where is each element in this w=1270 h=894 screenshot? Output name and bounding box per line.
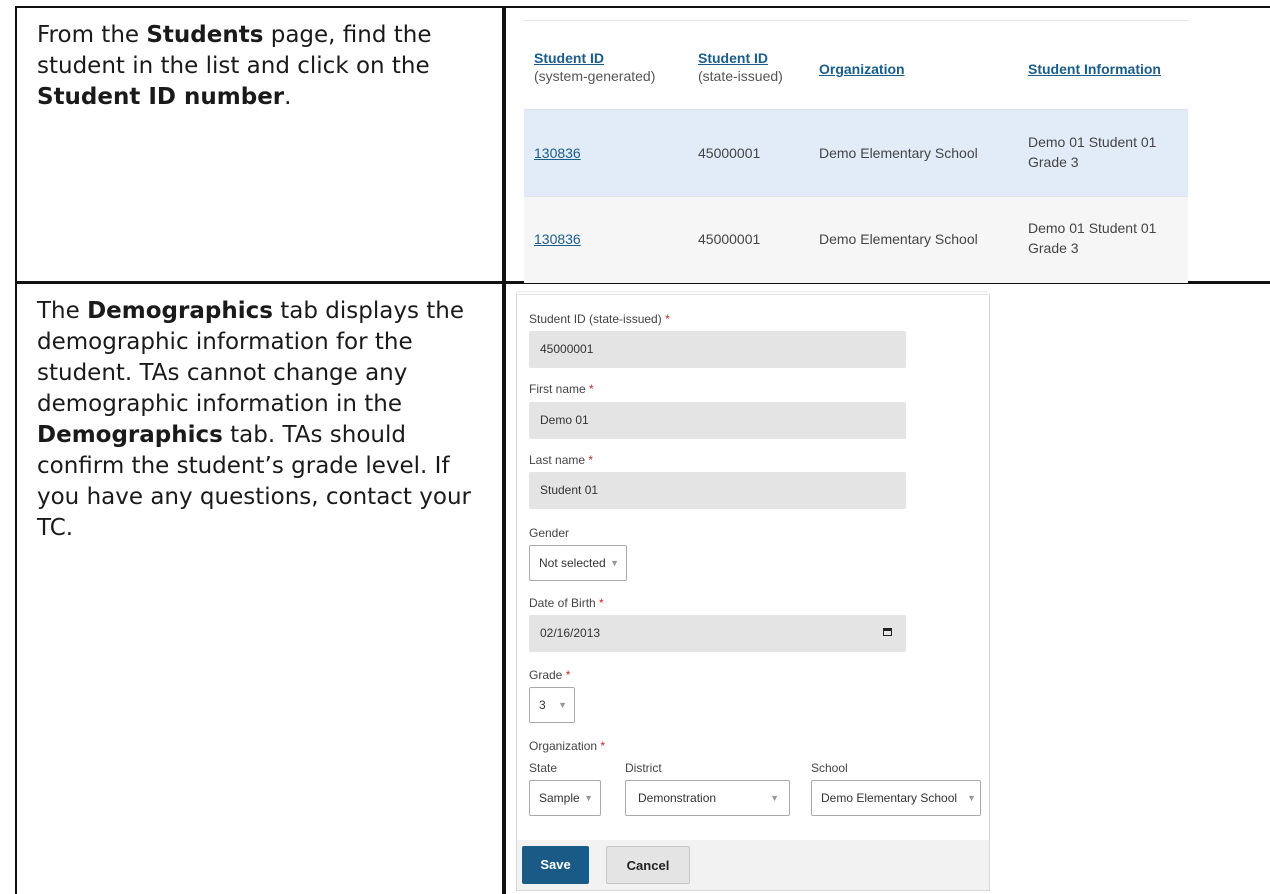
dob-label: Date of Birth * (529, 596, 604, 610)
first-name-field: Demo 01 (529, 402, 906, 439)
first-name-label: First name * (529, 382, 594, 396)
instruction-2-bold-demographics-2: Demographics (37, 422, 223, 448)
student-info-name: Demo 01 Student 01 (1028, 220, 1157, 236)
student-id-link[interactable]: 130836 (534, 229, 581, 249)
required-marker: * (588, 453, 594, 467)
gender-selected-value: Not selected (539, 556, 606, 570)
column-header-organization[interactable]: Organization (819, 60, 905, 78)
student-info-name: Demo 01 Student 01 (1028, 134, 1157, 150)
last-name-field: Student 01 (529, 472, 906, 509)
table-border-left (15, 6, 17, 894)
grade-label-text: Grade (529, 668, 563, 682)
instruction-2-bold-demographics: Demographics (87, 298, 273, 324)
chevron-down-icon: ▼ (770, 793, 779, 803)
students-table: Student ID (system-generated) Student ID… (524, 20, 1188, 283)
column-header-student-id-system-sub: (system-generated) (534, 68, 656, 84)
required-marker: * (600, 739, 606, 753)
column-header-student-id-state-link[interactable]: Student ID (698, 50, 768, 66)
school-select[interactable]: Demo Elementary School ▼ (811, 780, 981, 816)
state-id-label-text: Student ID (state-issued) (529, 312, 662, 326)
state-selected-value: Sample (539, 791, 580, 805)
instruction-text-1: From the Students page, find the student… (37, 20, 477, 113)
column-header-student-id-system-link[interactable]: Student ID (534, 50, 604, 66)
chevron-down-icon: ▼ (967, 793, 976, 803)
state-id-cell: 45000001 (698, 145, 761, 161)
instruction-2-part-1: The (37, 298, 88, 324)
student-info-grade: Grade 3 (1028, 240, 1079, 256)
table-row[interactable]: 130836 45000001 Demo Elementary School D… (524, 196, 1188, 283)
column-header-student-information-link[interactable]: Student Information (1028, 61, 1161, 77)
required-marker: * (599, 596, 604, 610)
table-border-top (15, 6, 1270, 8)
district-selected-value: Demonstration (638, 791, 717, 805)
dob-field: 02/16/2013 (529, 615, 906, 652)
chevron-down-icon: ▼ (584, 793, 593, 803)
student-info-cell: Demo 01 Student 01 Grade 3 (1028, 218, 1156, 258)
instruction-1-part-1: From the (37, 22, 147, 48)
student-id-link[interactable]: 130836 (534, 143, 581, 163)
demographics-form: Student ID (state-issued) * 45000001 Fir… (516, 294, 990, 842)
cancel-button[interactable]: Cancel (606, 846, 690, 884)
gender-label: Gender (529, 526, 570, 540)
school-label: School (811, 761, 848, 775)
column-header-student-id-state[interactable]: Student ID (state-issued) (698, 49, 783, 85)
column-header-organization-link[interactable]: Organization (819, 61, 905, 77)
instruction-1-bold-students: Students (146, 22, 264, 48)
first-name-label-text: First name (529, 382, 586, 396)
school-selected-value: Demo Elementary School (821, 791, 958, 805)
last-name-label-text: Last name (529, 453, 586, 467)
instruction-table: From the Students page, find the student… (0, 0, 1270, 894)
required-marker: * (589, 382, 594, 396)
dob-label-text: Date of Birth (529, 596, 596, 610)
state-select[interactable]: Sample ▼ (529, 780, 601, 816)
organization-label-text: Organization (529, 739, 598, 753)
district-select[interactable]: Demonstration ▼ (625, 780, 790, 816)
organization-label: Organization * (529, 739, 605, 753)
instruction-text-2: The Demographics tab displays the demogr… (37, 296, 487, 544)
instruction-1-part-3: . (284, 84, 292, 110)
organization-cell: Demo Elementary School (819, 231, 978, 247)
required-marker: * (565, 668, 571, 682)
student-info-cell: Demo 01 Student 01 Grade 3 (1028, 132, 1156, 172)
student-info-grade: Grade 3 (1028, 154, 1079, 170)
students-table-header: Student ID (system-generated) Student ID… (524, 20, 1188, 110)
column-header-student-id-state-sub: (state-issued) (698, 68, 783, 84)
chevron-down-icon: ▼ (610, 558, 619, 568)
required-marker: * (665, 312, 670, 326)
state-id-field: 45000001 (529, 331, 906, 368)
column-header-student-id-system[interactable]: Student ID (system-generated) (534, 49, 655, 85)
column-header-student-information[interactable]: Student Information (1028, 60, 1161, 78)
table-column-divider (502, 6, 506, 894)
state-id-label: Student ID (state-issued) * (529, 312, 670, 326)
grade-selected-value: 3 (539, 698, 546, 712)
gender-select[interactable]: Not selected ▼ (529, 545, 627, 581)
chevron-down-icon: ▼ (558, 700, 567, 710)
grade-label: Grade * (529, 668, 570, 682)
dob-value: 02/16/2013 (540, 626, 601, 640)
table-row[interactable]: 130836 45000001 Demo Elementary School D… (524, 109, 1188, 196)
last-name-label: Last name * (529, 453, 593, 467)
state-id-cell: 45000001 (698, 231, 761, 247)
organization-cell: Demo Elementary School (819, 145, 978, 161)
form-footer: Save Cancel (516, 840, 990, 891)
instruction-1-bold-student-id: Student ID number (37, 84, 285, 110)
state-label: State (529, 761, 558, 775)
district-label: District (625, 761, 662, 775)
save-button[interactable]: Save (522, 846, 589, 884)
grade-select[interactable]: 3 ▼ (529, 687, 575, 723)
calendar-icon (883, 628, 892, 636)
